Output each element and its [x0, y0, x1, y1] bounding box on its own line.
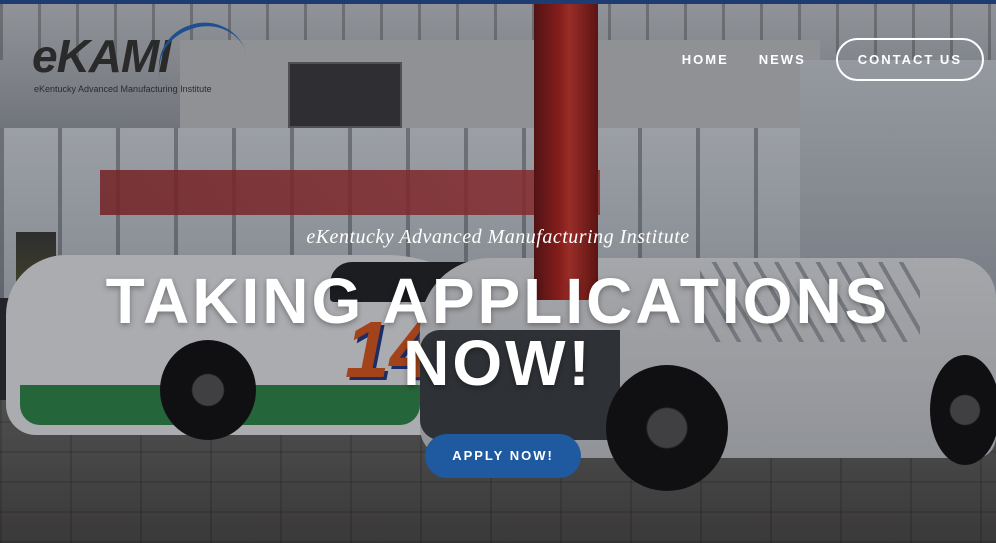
top-accent-bar [0, 0, 996, 4]
hero-title-line2: NOW! [403, 327, 593, 399]
hero-subtitle: eKentucky Advanced Manufacturing Institu… [306, 226, 690, 248]
hero-title: TAKING APPLICATIONS NOW! [0, 265, 996, 399]
hero-title-line1: TAKING APPLICATIONS [105, 265, 891, 337]
nav-news[interactable]: NEWS [759, 52, 806, 67]
contact-us-button[interactable]: CONTACT US [835, 38, 984, 81]
site-logo[interactable]: eKAMI eKentucky Advanced Manufacturing I… [32, 11, 247, 94]
main-nav: HOME NEWS CONTACT US [682, 38, 984, 81]
apply-now-button[interactable]: APPLY NOW! [425, 434, 581, 478]
nav-home[interactable]: HOME [682, 52, 729, 67]
logo-subtitle: eKentucky Advanced Manufacturing Institu… [34, 84, 212, 94]
